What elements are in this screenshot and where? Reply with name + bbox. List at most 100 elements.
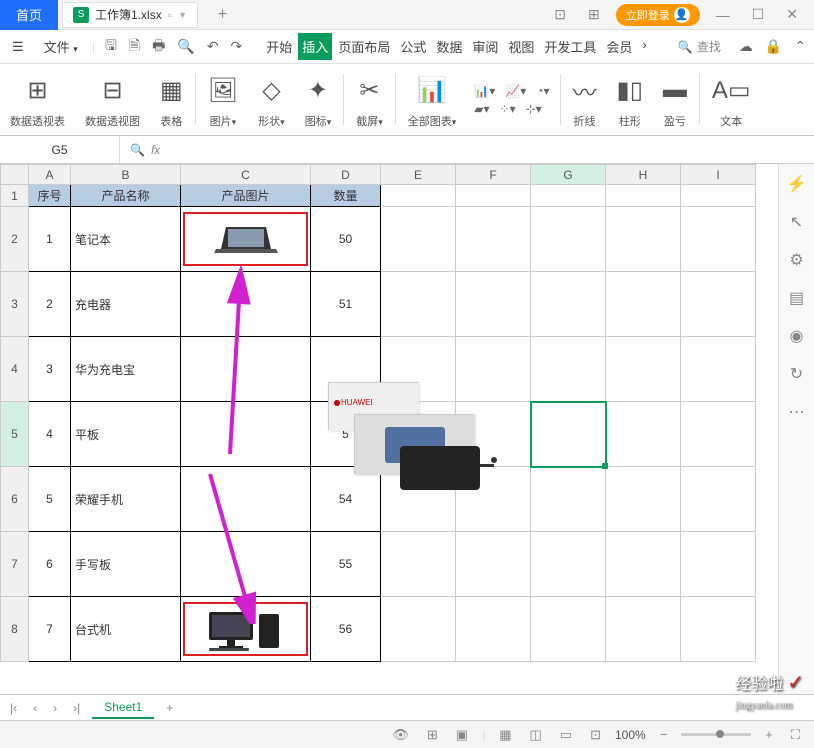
cell[interactable] [606,207,681,272]
floating-image-3[interactable] [390,436,500,498]
tab-pagelayout[interactable]: 页面布局 [334,33,394,60]
line-chart-icon[interactable]: 📈▾ [505,84,526,98]
zoom-level[interactable]: 100% [615,728,646,742]
tab-more[interactable]: › [638,33,650,60]
file-tab[interactable]: S 工作簿1.xlsx ▫ ▼ [62,2,198,28]
cell[interactable]: 充电器 [71,272,181,337]
tab-view[interactable]: 视图 [504,33,538,60]
sheet-nav-first[interactable]: |‹ [6,701,21,715]
center-icon[interactable]: ▣ [452,727,472,743]
login-button[interactable]: 立即登录 👤 [616,4,700,26]
ribbon-shapes[interactable]: ◇ 形状▾ [248,68,295,131]
fx-icon[interactable]: fx [151,143,160,157]
save-icon[interactable]: 🖫 [103,33,119,61]
row-header-8[interactable]: 8 [1,597,29,662]
cell[interactable]: 6 [29,532,71,597]
col-header-D[interactable]: D [311,165,381,185]
cell[interactable] [606,185,681,207]
cell[interactable] [456,185,531,207]
cell[interactable]: 2 [29,272,71,337]
cell[interactable]: 手写板 [71,532,181,597]
more-chart-icon[interactable]: ⊹▾ [526,102,542,116]
ribbon-charts[interactable]: 📊 全部图表▾ [398,68,467,131]
home-tab[interactable]: 首页 [0,0,58,30]
ribbon-winloss[interactable]: ▬ 盈亏 [653,68,697,131]
pie-chart-icon[interactable]: ◔▾ [536,84,549,98]
cell[interactable] [381,207,456,272]
layout-icon-1[interactable]: ⊡ [548,6,572,23]
cell[interactable] [681,402,756,467]
panel-more-icon[interactable]: ⋯ [789,402,805,422]
bar-chart-icon[interactable]: 📊▾ [474,84,495,98]
area-chart-icon[interactable]: ▰▾ [474,102,489,116]
cell[interactable] [181,207,311,272]
cell[interactable] [456,532,531,597]
row-header-6[interactable]: 6 [1,467,29,532]
cell[interactable] [681,532,756,597]
cell[interactable] [531,272,606,337]
close-button[interactable]: ✕ [780,6,804,23]
sheet-nav-next[interactable]: › [49,701,61,715]
cell[interactable] [456,337,531,402]
cell[interactable] [531,467,606,532]
ribbon-text[interactable]: A▭ 文本 [702,68,761,131]
cell[interactable] [681,272,756,337]
zoom-fit-icon[interactable]: ⊡ [586,727,605,743]
cell[interactable] [531,597,606,662]
cell[interactable] [606,467,681,532]
panel-assist-icon[interactable]: ⚡ [787,174,807,194]
minimize-button[interactable]: — [710,7,736,23]
cell[interactable]: 平板 [71,402,181,467]
search-box[interactable]: 🔍 查找 [670,36,729,57]
cell[interactable] [456,272,531,337]
scatter-chart-icon[interactable]: ⁘▾ [500,102,516,116]
cell[interactable]: 华为充电宝 [71,337,181,402]
redo-icon[interactable]: ↷ [229,36,245,57]
cell[interactable] [381,597,456,662]
col-header-E[interactable]: E [381,165,456,185]
cell[interactable] [181,337,311,402]
cell[interactable] [606,337,681,402]
preview-icon[interactable]: 🔍 [175,36,196,57]
tab-dev[interactable]: 开发工具 [540,33,600,60]
row-header-1[interactable]: 1 [1,185,29,207]
tab-review[interactable]: 审阅 [468,33,502,60]
panel-backup-icon[interactable]: ↻ [790,364,803,384]
select-all-corner[interactable] [1,165,29,185]
print-icon[interactable]: 🖶 [150,33,167,61]
tab-start[interactable]: 开始 [262,33,296,60]
sheet-nav-last[interactable]: ›| [69,701,84,715]
formula-input[interactable] [166,142,804,157]
cell[interactable] [381,185,456,207]
col-header-B[interactable]: B [71,165,181,185]
ribbon-column[interactable]: ▮▯ 柱形 [607,68,653,131]
cell[interactable]: 3 [29,337,71,402]
header-cell[interactable]: 产品图片 [181,185,311,207]
cell[interactable] [606,597,681,662]
col-header-C[interactable]: C [181,165,311,185]
file-menu[interactable]: 文件 ▾ [38,33,84,60]
row-header-7[interactable]: 7 [1,532,29,597]
tab-member[interactable]: 会员 [602,33,636,60]
cell-name-box[interactable]: G5 [0,136,120,163]
selected-cell-G5[interactable] [531,402,606,467]
cell[interactable] [681,337,756,402]
cell[interactable]: 7 [29,597,71,662]
layout-icon-2[interactable]: ⊞ [582,6,606,23]
undo-icon[interactable]: ↶ [205,36,221,57]
grid-icon[interactable]: ⊞ [423,727,442,743]
eye-icon[interactable]: 👁 [388,727,413,743]
row-header-4[interactable]: 4 [1,337,29,402]
cell[interactable] [531,337,606,402]
col-header-I[interactable]: I [681,165,756,185]
view-page-icon[interactable]: ◫ [526,727,546,743]
cell[interactable] [531,185,606,207]
ribbon-screenshot[interactable]: ✂ 截屏▾ [346,68,393,131]
panel-select-icon[interactable]: ↖ [790,212,803,232]
tab-formula[interactable]: 公式 [396,33,430,60]
cell[interactable] [181,532,311,597]
zoom-slider[interactable] [681,733,751,736]
header-cell[interactable]: 序号 [29,185,71,207]
col-header-H[interactable]: H [606,165,681,185]
col-header-F[interactable]: F [456,165,531,185]
